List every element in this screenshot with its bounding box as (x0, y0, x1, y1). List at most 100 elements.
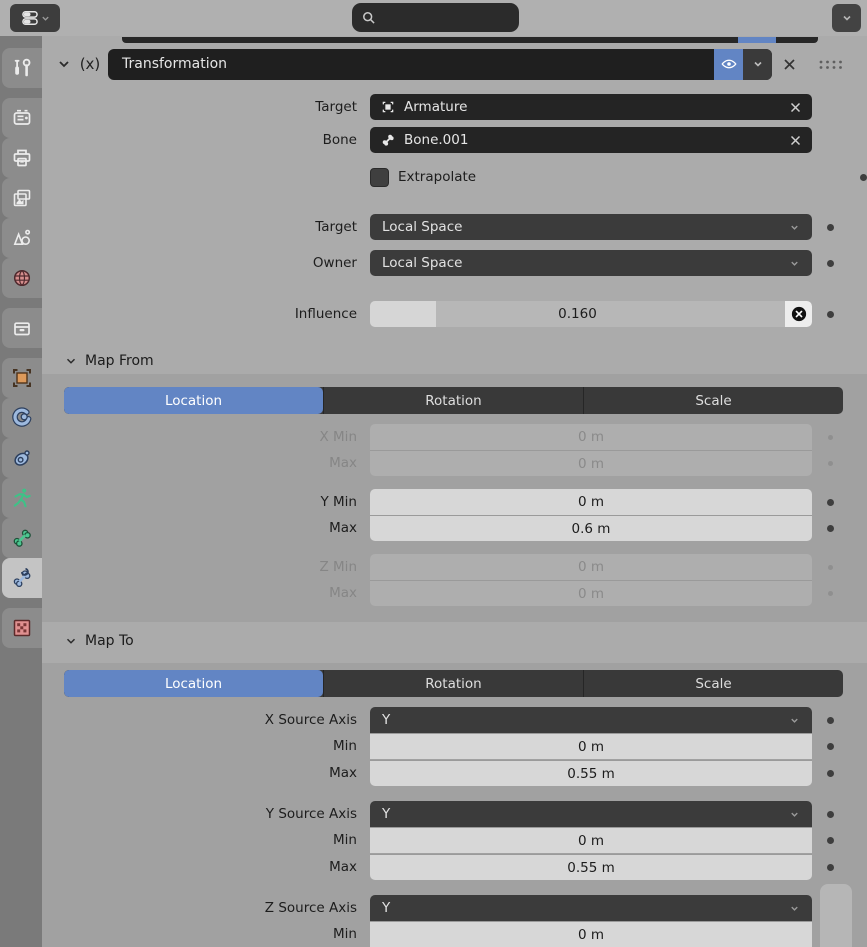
panel-expand-icon[interactable] (56, 56, 72, 72)
target-label: Target (315, 99, 357, 115)
z-min-field[interactable]: 0 m (370, 554, 812, 580)
map-from-title: Map From (85, 353, 154, 369)
x-source-axis-dropdown[interactable]: Y (370, 707, 812, 733)
decorator-dot[interactable] (828, 590, 833, 596)
extrapolate-row: Extrapolate (42, 167, 867, 187)
decorator-dot[interactable] (827, 769, 834, 777)
y-to-max-field[interactable]: 0.55 m (370, 854, 812, 880)
decorator-dot[interactable] (828, 434, 833, 440)
z-source-axis-row: Z Source Axis Y (42, 895, 867, 921)
decorator-dot[interactable] (828, 460, 833, 466)
map-from-tab-rotation[interactable]: Rotation (323, 387, 583, 414)
tab-object[interactable] (2, 358, 42, 398)
tab-physics[interactable] (2, 398, 42, 438)
y-to-min-row: Min 0 m (42, 827, 867, 853)
map-from-z-max-row: Max 0 m (42, 580, 867, 606)
extrapolate-checkbox[interactable] (370, 167, 389, 187)
decorator-dot[interactable] (827, 810, 834, 818)
map-from-tab-location[interactable]: Location (64, 387, 323, 414)
delete-constraint-button[interactable] (772, 57, 806, 72)
decorator-dot[interactable] (828, 564, 833, 570)
clear-influence-button[interactable] (785, 301, 812, 327)
y-max-field[interactable]: 0.6 m (370, 515, 812, 541)
tab-bone-constraint[interactable] (2, 558, 42, 598)
tab-output[interactable] (2, 138, 42, 178)
decorator-dot[interactable] (860, 173, 867, 181)
y-to-max-label: Max (329, 859, 357, 875)
z-source-axis-dropdown[interactable]: Y (370, 895, 812, 921)
target-space-dropdown[interactable]: Local Space (370, 214, 812, 240)
tab-tool[interactable] (2, 48, 42, 88)
owner-space-dropdown[interactable]: Local Space (370, 250, 812, 276)
y-min-field[interactable]: 0 m (370, 489, 812, 515)
y-source-axis-row: Y Source Axis Y (42, 801, 867, 827)
tab-texture[interactable] (2, 608, 42, 648)
tab-collection[interactable] (2, 308, 42, 348)
bone-field[interactable]: Bone.001 (370, 127, 812, 153)
visibility-toggle-button[interactable] (714, 48, 743, 80)
x-min-field[interactable]: 0 m (370, 424, 812, 450)
decorator-dot[interactable] (827, 259, 834, 267)
decorator-dot[interactable] (827, 310, 834, 318)
decorator-dot[interactable] (827, 498, 834, 506)
x-max-value: 0 m (577, 455, 605, 472)
view-layer-icon (13, 189, 31, 207)
scene-icon (13, 229, 31, 245)
map-from-tab-scale[interactable]: Scale (583, 387, 843, 414)
map-to-tab-scale[interactable]: Scale (583, 670, 843, 697)
chevron-down-icon (753, 61, 762, 67)
texture-icon (13, 619, 31, 637)
y-source-axis-dropdown[interactable]: Y (370, 801, 812, 827)
vertical-scrollbar-handle[interactable] (820, 884, 852, 947)
decorator-dot[interactable] (827, 716, 834, 724)
map-to-tab-location[interactable]: Location (64, 670, 323, 697)
chevron-down-icon (842, 15, 851, 21)
z-to-min-field[interactable]: 0 m (370, 921, 812, 947)
owner-space-value: Local Space (382, 255, 463, 271)
x-to-min-field[interactable]: 0 m (370, 733, 812, 759)
tab-scene[interactable] (2, 218, 42, 258)
tool-icon (14, 58, 31, 77)
collection-icon (14, 322, 30, 336)
y-to-min-field[interactable]: 0 m (370, 827, 812, 853)
map-to-header[interactable]: Map To (42, 628, 867, 654)
decorator-dot[interactable] (827, 742, 834, 750)
search-icon (361, 10, 377, 26)
x-to-max-field[interactable]: 0.55 m (370, 760, 812, 786)
decorator-dot[interactable] (827, 223, 834, 231)
z-max-field[interactable]: 0 m (370, 580, 812, 606)
close-icon (790, 102, 801, 112)
map-to-tab-rotation[interactable]: Rotation (323, 670, 583, 697)
map-from-header[interactable]: Map From (42, 348, 867, 374)
eye-icon (720, 59, 737, 69)
tab-object-data[interactable] (2, 478, 42, 518)
decorator-dot[interactable] (827, 524, 834, 532)
close-icon (783, 58, 795, 70)
clear-target-button[interactable] (789, 101, 802, 114)
decorator-dot[interactable] (827, 863, 834, 871)
tab-bone[interactable] (2, 518, 42, 558)
chevron-down-icon (789, 809, 800, 820)
tab-object-constraints[interactable] (2, 438, 42, 478)
target-object-field[interactable]: Armature (370, 94, 812, 120)
decorator-dot[interactable] (827, 836, 834, 844)
constraint-name-field[interactable]: Transformation (108, 48, 772, 80)
chevron-down-icon (41, 14, 50, 23)
target-space-row: Target Local Space (42, 214, 867, 240)
search-input[interactable] (352, 3, 519, 32)
tab-render[interactable] (2, 98, 42, 138)
blender-properties-editor: (x) Transformation Target Armature Bone … (0, 0, 867, 947)
clipped-panel-above[interactable] (122, 37, 818, 43)
options-dropdown-button[interactable] (832, 4, 861, 32)
x-to-max-label: Max (329, 765, 357, 781)
tab-view-layer[interactable] (2, 178, 42, 218)
constraint-extras-button[interactable] (743, 48, 772, 80)
tab-world[interactable] (2, 258, 42, 298)
bone-constraint-icon (13, 568, 31, 588)
influence-slider[interactable]: 0.160 (370, 301, 812, 327)
x-max-field[interactable]: 0 m (370, 450, 812, 476)
clear-bone-button[interactable] (789, 134, 802, 147)
editor-type-button[interactable] (10, 4, 60, 32)
drag-handle[interactable] (818, 59, 844, 70)
bone-icon (13, 529, 31, 547)
